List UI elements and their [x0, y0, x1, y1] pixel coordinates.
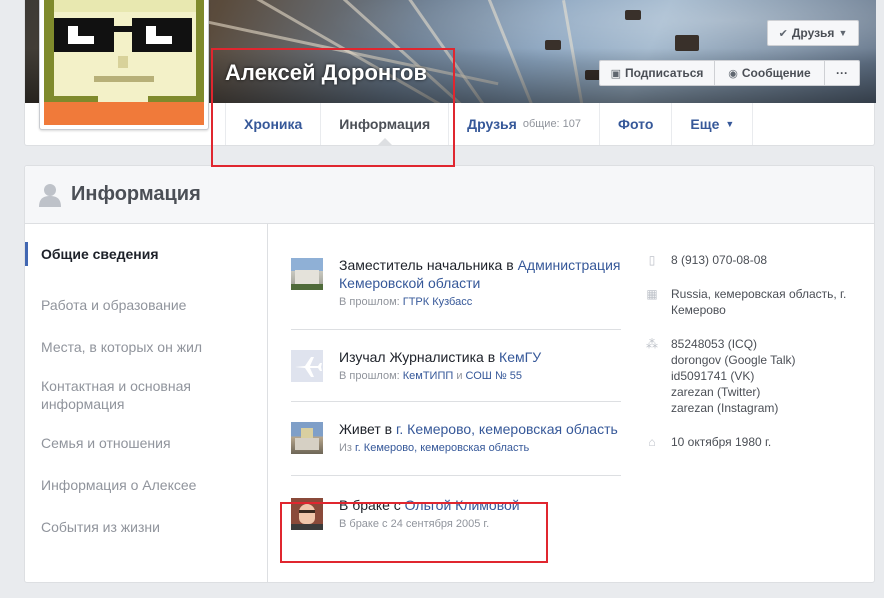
subscribe-button-label: Подписаться: [624, 66, 704, 80]
person-icon: [39, 183, 61, 207]
account-vk: id5091741 (VK): [671, 369, 755, 383]
hometown-link[interactable]: г. Кемерово, кемеровская область: [355, 442, 529, 454]
info-sidebar: Общие сведения Работа и образование Мест…: [25, 224, 268, 582]
entry-lives: Живет в г. Кемерово, кемеровская область…: [291, 402, 621, 476]
tab-photos-label: Фото: [618, 116, 654, 132]
contact-address-row: ▦ Russia, кемеровская область, г. Кемеро…: [645, 286, 860, 318]
sidebar-item-overview[interactable]: Общие сведения: [25, 242, 267, 266]
work-past-label: В прошлом:: [339, 296, 403, 308]
more-dots-icon: ···: [836, 66, 848, 80]
highlight-box-marriage: [280, 502, 548, 563]
tab-photos[interactable]: Фото: [599, 103, 671, 145]
info-header: Информация: [25, 166, 874, 224]
overview-entries: Заместитель начальника в Администрация К…: [291, 248, 621, 539]
account-twitter: zarezan (Twitter): [671, 385, 761, 399]
friends-button-label: Друзья: [791, 26, 835, 40]
lives-text: Живет в: [339, 421, 396, 437]
message-button[interactable]: ◉ Сообщение: [714, 60, 825, 86]
phone-number[interactable]: 8 (913) 070-08-08: [671, 252, 767, 268]
work-text: Заместитель начальника в: [339, 257, 518, 273]
city-thumbnail[interactable]: [291, 422, 323, 454]
education-thumbnail[interactable]: [291, 350, 323, 382]
profile-avatar[interactable]: [39, 0, 209, 130]
sidebar-item-work-education[interactable]: Работа и образование: [25, 284, 267, 326]
entry-education: Изучал Журналистика в КемГУ В прошлом: К…: [291, 330, 621, 402]
account-icq: 85248053 (ICQ): [671, 337, 758, 351]
address-text: Russia, кемеровская область, г. Кемерово: [671, 287, 847, 317]
more-options-button[interactable]: ···: [824, 60, 860, 86]
network-icon: ⁂: [646, 337, 658, 351]
entry-work: Заместитель начальника в Администрация К…: [291, 248, 621, 330]
contact-phone-row: ▯ 8 (913) 070-08-08: [645, 252, 860, 268]
account-instagram: zarezan (Instagram): [671, 401, 779, 415]
education-past-label: В прошлом:: [339, 370, 403, 382]
lives-city-link[interactable]: г. Кемерово, кемеровская область: [396, 421, 618, 437]
contact-accounts-row: ⁂ 85248053 (ICQ) dorongov (Google Talk) …: [645, 336, 860, 416]
messenger-icon: ◉: [728, 67, 738, 80]
account-google-talk: dorongov (Google Talk): [671, 353, 796, 367]
friends-button[interactable]: ✔ Друзья ▼: [767, 20, 859, 46]
phone-icon: ▯: [648, 253, 656, 267]
birthday-cake-icon: ⌂: [648, 435, 656, 449]
education-text: Изучал Журналистика в: [339, 349, 500, 365]
avatar-pixel-art: [44, 0, 204, 125]
education-past-link-2[interactable]: СОШ № 55: [466, 370, 523, 382]
birthday-text: 10 октября 1980 г.: [671, 435, 772, 449]
work-past-employer-link[interactable]: ГТРК Кузбасс: [403, 296, 472, 308]
caret-down-icon: ▼: [725, 119, 735, 129]
info-title: Информация: [71, 183, 201, 205]
plane-icon: [295, 357, 322, 377]
sidebar-item-about[interactable]: Информация о Алексее: [25, 464, 267, 506]
education-university-link[interactable]: КемГУ: [499, 349, 541, 365]
education-separator: и: [453, 370, 466, 382]
message-button-label: Сообщение: [741, 66, 811, 80]
contact-birthday-row: ⌂ 10 октября 1980 г.: [645, 434, 860, 450]
hometown-label: Из: [339, 442, 356, 454]
caret-down-icon: ▼: [838, 28, 848, 38]
education-past-link-1[interactable]: КемТИПП: [403, 370, 454, 382]
tab-more[interactable]: Еще ▼: [671, 103, 754, 145]
mutual-friends-count: общие: 107: [522, 118, 582, 130]
contact-column: ▯ 8 (913) 070-08-08 ▦ Russia, кемеровска…: [645, 252, 860, 468]
building-icon: ▦: [646, 287, 658, 301]
check-icon: ✔: [778, 27, 788, 40]
sidebar-item-life-events[interactable]: События из жизни: [25, 506, 267, 548]
subscribe-button[interactable]: ▣ Подписаться: [599, 60, 715, 86]
tab-friends-label: Друзья: [467, 116, 517, 132]
tab-friends[interactable]: Друзья общие: 107: [448, 103, 599, 145]
sidebar-item-places[interactable]: Места, в которых он жил: [25, 326, 267, 368]
rss-icon: ▣: [610, 67, 621, 80]
highlight-box-name-tabs: [211, 48, 455, 167]
work-thumbnail[interactable]: [291, 258, 323, 290]
sidebar-item-family[interactable]: Семья и отношения: [25, 422, 267, 464]
sidebar-item-contact-info[interactable]: Контактная и основная информация: [25, 368, 267, 422]
tab-more-label: Еще: [690, 116, 720, 132]
